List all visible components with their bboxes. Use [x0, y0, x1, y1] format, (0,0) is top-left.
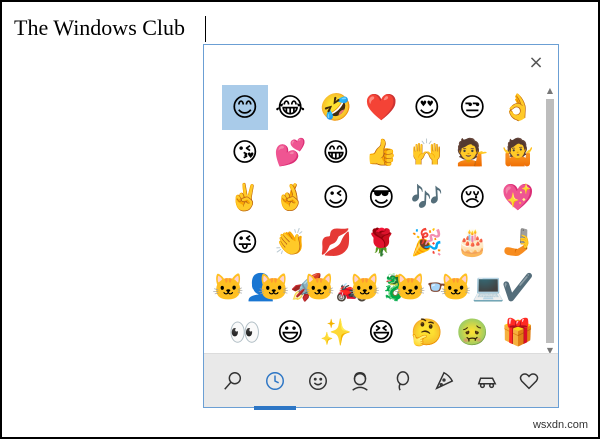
clock-icon: [266, 371, 285, 390]
close-button[interactable]: ×: [526, 53, 546, 73]
emoji-cell[interactable]: 💁: [450, 130, 496, 175]
emoji-cell[interactable]: 🙌: [404, 130, 450, 175]
emoji-panel: × 😊 😂 🤣 ❤️ 😍 😒 👌 😘 💕 😁 👍 🙌 💁 🤷 ✌️ 🤞 😉 😎 🎶 😢 💖 😜 👏 💋 🌹 🎉 🎂 🤳 🐱‍👤 🐱‍🚀 🐱‍…: [203, 44, 559, 410]
pizza-icon: [435, 371, 454, 390]
emoji-cell[interactable]: ❤️: [359, 85, 405, 130]
emoji-cell[interactable]: 🤔: [404, 310, 450, 355]
emoji-cell[interactable]: 🎁: [495, 310, 541, 355]
scroll-up-arrow-icon[interactable]: ▲: [544, 85, 556, 97]
emoji-cell[interactable]: 🤣: [313, 85, 359, 130]
emoji-cell[interactable]: 👏: [268, 220, 314, 265]
tab-smiley[interactable]: [301, 364, 335, 398]
emoji-cell[interactable]: 👌: [495, 85, 541, 130]
smiley-icon: [308, 371, 327, 390]
person-icon: [352, 371, 368, 391]
emoji-cell[interactable]: ✨: [313, 310, 359, 355]
emoji-cell[interactable]: 😊: [222, 85, 268, 130]
emoji-cell[interactable]: 😃: [268, 310, 314, 355]
emoji-cell[interactable]: 💕: [268, 130, 314, 175]
emoji-cell[interactable]: 🤷: [495, 130, 541, 175]
category-tabbar: [204, 353, 558, 410]
tab-search[interactable]: [216, 364, 250, 398]
emoji-cell[interactable]: 😆: [359, 310, 405, 355]
emoji-cell[interactable]: 👍: [359, 130, 405, 175]
tab-people[interactable]: [343, 364, 377, 398]
tab-recent[interactable]: [254, 364, 297, 410]
scroll-thumb[interactable]: [546, 99, 554, 343]
document-text[interactable]: The Windows Club: [14, 14, 185, 42]
emoji-cell[interactable]: 😢: [450, 175, 496, 220]
emoji-cell[interactable]: 😎: [359, 175, 405, 220]
emoji-cell[interactable]: 🎂: [450, 220, 496, 265]
document-window: The Windows Club × 😊 😂 🤣 ❤️ 😍 😒 👌 😘 💕 😁 👍 🙌 💁 🤷 ✌️ 🤞 😉 😎 🎶…: [0, 0, 600, 439]
emoji-cell[interactable]: 🤳: [495, 220, 541, 265]
emoji-grid: 😊 😂 🤣 ❤️ 😍 😒 👌 😘 💕 😁 👍 🙌 💁 🤷 ✌️ 🤞 😉 😎 🎶 😢 💖 😜 👏 💋 🌹 🎉 🎂 🤳 🐱‍👤 🐱‍🚀 🐱‍🏍 🐱…: [212, 85, 541, 355]
emoji-cell[interactable]: 🎶: [404, 175, 450, 220]
tab-celebration[interactable]: [385, 364, 419, 398]
emoji-cell[interactable]: ✌️: [222, 175, 268, 220]
emoji-cell[interactable]: 😁: [313, 130, 359, 175]
emoji-cell[interactable]: 🌹: [359, 220, 405, 265]
emoji-cell[interactable]: 💖: [495, 175, 541, 220]
emoji-cell[interactable]: 😍: [404, 85, 450, 130]
watermark: wsxdn.com: [532, 419, 588, 431]
text-caret: [205, 16, 206, 42]
search-icon: [224, 371, 242, 390]
emoji-cell[interactable]: 😉: [313, 175, 359, 220]
emoji-cell[interactable]: 👀: [222, 310, 268, 355]
emoji-cell[interactable]: ✔️: [495, 265, 541, 310]
emoji-cell[interactable]: 💋: [313, 220, 359, 265]
tab-travel[interactable]: [470, 364, 504, 398]
balloon-icon: [396, 370, 410, 391]
emoji-cell[interactable]: 😂: [268, 85, 314, 130]
emoji-cell[interactable]: 😜: [222, 220, 268, 265]
car-icon: [477, 377, 497, 388]
emoji-cell[interactable]: 🐱‍💻: [440, 265, 505, 310]
heart-icon: [519, 372, 539, 389]
emoji-cell[interactable]: 😘: [222, 130, 268, 175]
emoji-cell[interactable]: 🤢: [450, 310, 496, 355]
tab-symbols[interactable]: [512, 364, 546, 398]
emoji-cell[interactable]: 🎉: [404, 220, 450, 265]
emoji-cell[interactable]: 🤞: [268, 175, 314, 220]
scrollbar[interactable]: ▲ ▼: [544, 85, 556, 357]
tab-food[interactable]: [427, 364, 461, 398]
emoji-cell[interactable]: 😒: [450, 85, 496, 130]
